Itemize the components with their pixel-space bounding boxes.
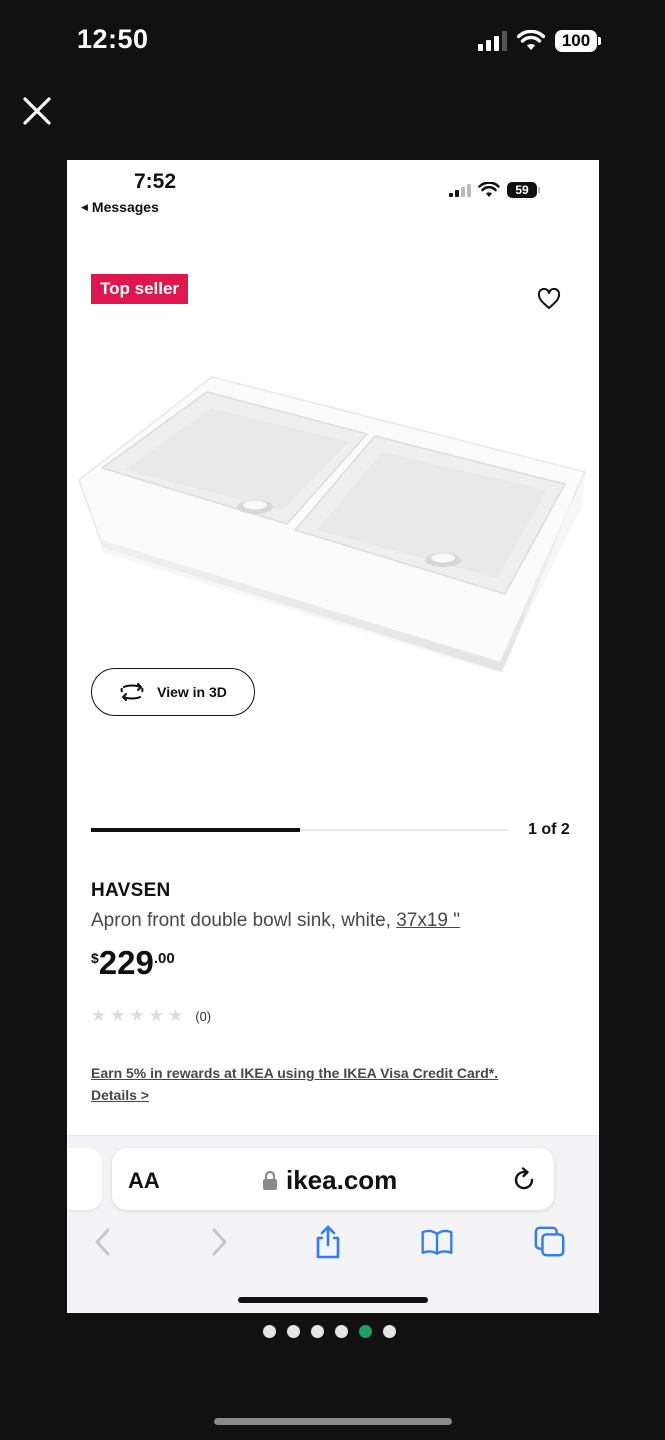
product-price: $ 229 .00 <box>91 946 175 979</box>
inner-battery: 59 <box>507 182 540 198</box>
page-dot[interactable] <box>335 1325 348 1338</box>
page-dot[interactable] <box>311 1325 324 1338</box>
promo-details-link[interactable]: Details > <box>91 1084 498 1106</box>
safari-toolbar: AA ikea.com <box>67 1135 599 1313</box>
promo-line-1: Earn 5% in rewards at IKEA using the IKE… <box>91 1065 499 1081</box>
star-icon: ★ <box>168 1006 184 1025</box>
battery-indicator: 100 <box>555 30 601 52</box>
reload-icon[interactable] <box>510 1166 538 1194</box>
previous-tab-peek[interactable] <box>67 1148 102 1210</box>
back-label: Messages <box>91 199 159 215</box>
page-dot[interactable] <box>263 1325 276 1338</box>
device-time: 12:50 <box>77 24 149 54</box>
view-in-3d-button[interactable]: View in 3D <box>91 668 255 716</box>
star-icon: ★ <box>148 1006 164 1025</box>
tabs-icon[interactable] <box>533 1224 567 1260</box>
home-indicator <box>214 1418 452 1425</box>
rating-count: (0) <box>195 1008 212 1024</box>
bookmarks-icon[interactable] <box>420 1224 454 1260</box>
product-name: HAVSEN <box>91 880 171 901</box>
price-cents: .00 <box>153 950 175 967</box>
page-dot[interactable] <box>383 1325 396 1338</box>
address-bar[interactable]: AA ikea.com <box>112 1148 554 1210</box>
page-dot[interactable] <box>287 1325 300 1338</box>
page-dots[interactable] <box>263 1325 396 1338</box>
cellular-signal-icon <box>478 31 507 51</box>
rotate-3d-icon <box>120 683 144 701</box>
inner-wifi-icon <box>478 182 500 197</box>
lock-icon <box>263 1170 277 1190</box>
rewards-promo-link[interactable]: Earn 5% in rewards at IKEA using the IKE… <box>91 1062 498 1106</box>
url-domain[interactable]: ikea.com <box>262 1165 397 1196</box>
wifi-icon <box>517 30 545 50</box>
back-to-messages[interactable]: ◀ Messages <box>81 199 159 215</box>
domain-text: ikea.com <box>286 1165 398 1195</box>
image-counter: 1 of 2 <box>528 821 570 838</box>
star-icon: ★ <box>110 1006 126 1025</box>
back-triangle-icon: ◀ <box>81 201 88 212</box>
star-icon: ★ <box>129 1006 145 1025</box>
device-status-icons: 100 <box>478 26 601 56</box>
product-screenshot: 7:52 ◀ Messages 59 Top seller View in 3D… <box>67 160 599 1313</box>
product-description-text: Apron front double bowl sink, white, <box>91 910 391 931</box>
product-description: Apron front double bowl sink, white, 37x… <box>91 910 460 932</box>
forward-arrow-icon[interactable] <box>201 1224 235 1260</box>
image-progress-fill <box>91 828 300 832</box>
share-icon[interactable] <box>311 1224 345 1260</box>
star-icon: ★ <box>91 1006 107 1025</box>
inner-status-icons: 59 <box>449 182 540 198</box>
view-in-3d-label: View in 3D <box>157 684 227 700</box>
price-dollars: 229 <box>98 944 154 981</box>
inner-home-indicator <box>238 1297 428 1303</box>
close-icon[interactable] <box>20 94 54 128</box>
price-currency: $ <box>91 950 99 966</box>
rating-stars[interactable]: ★ ★ ★ ★ ★ (0) <box>91 1006 211 1026</box>
heart-icon[interactable] <box>537 288 561 310</box>
product-size-link[interactable]: 37x19 " <box>396 910 460 931</box>
inner-time: 7:52 <box>134 170 177 193</box>
inner-signal-icon <box>449 183 471 197</box>
text-size-button[interactable]: AA <box>128 1168 160 1194</box>
top-seller-badge: Top seller <box>91 274 189 304</box>
product-image-sink[interactable] <box>77 372 589 672</box>
page-dot[interactable] <box>359 1325 372 1338</box>
back-arrow-icon[interactable] <box>87 1224 121 1260</box>
